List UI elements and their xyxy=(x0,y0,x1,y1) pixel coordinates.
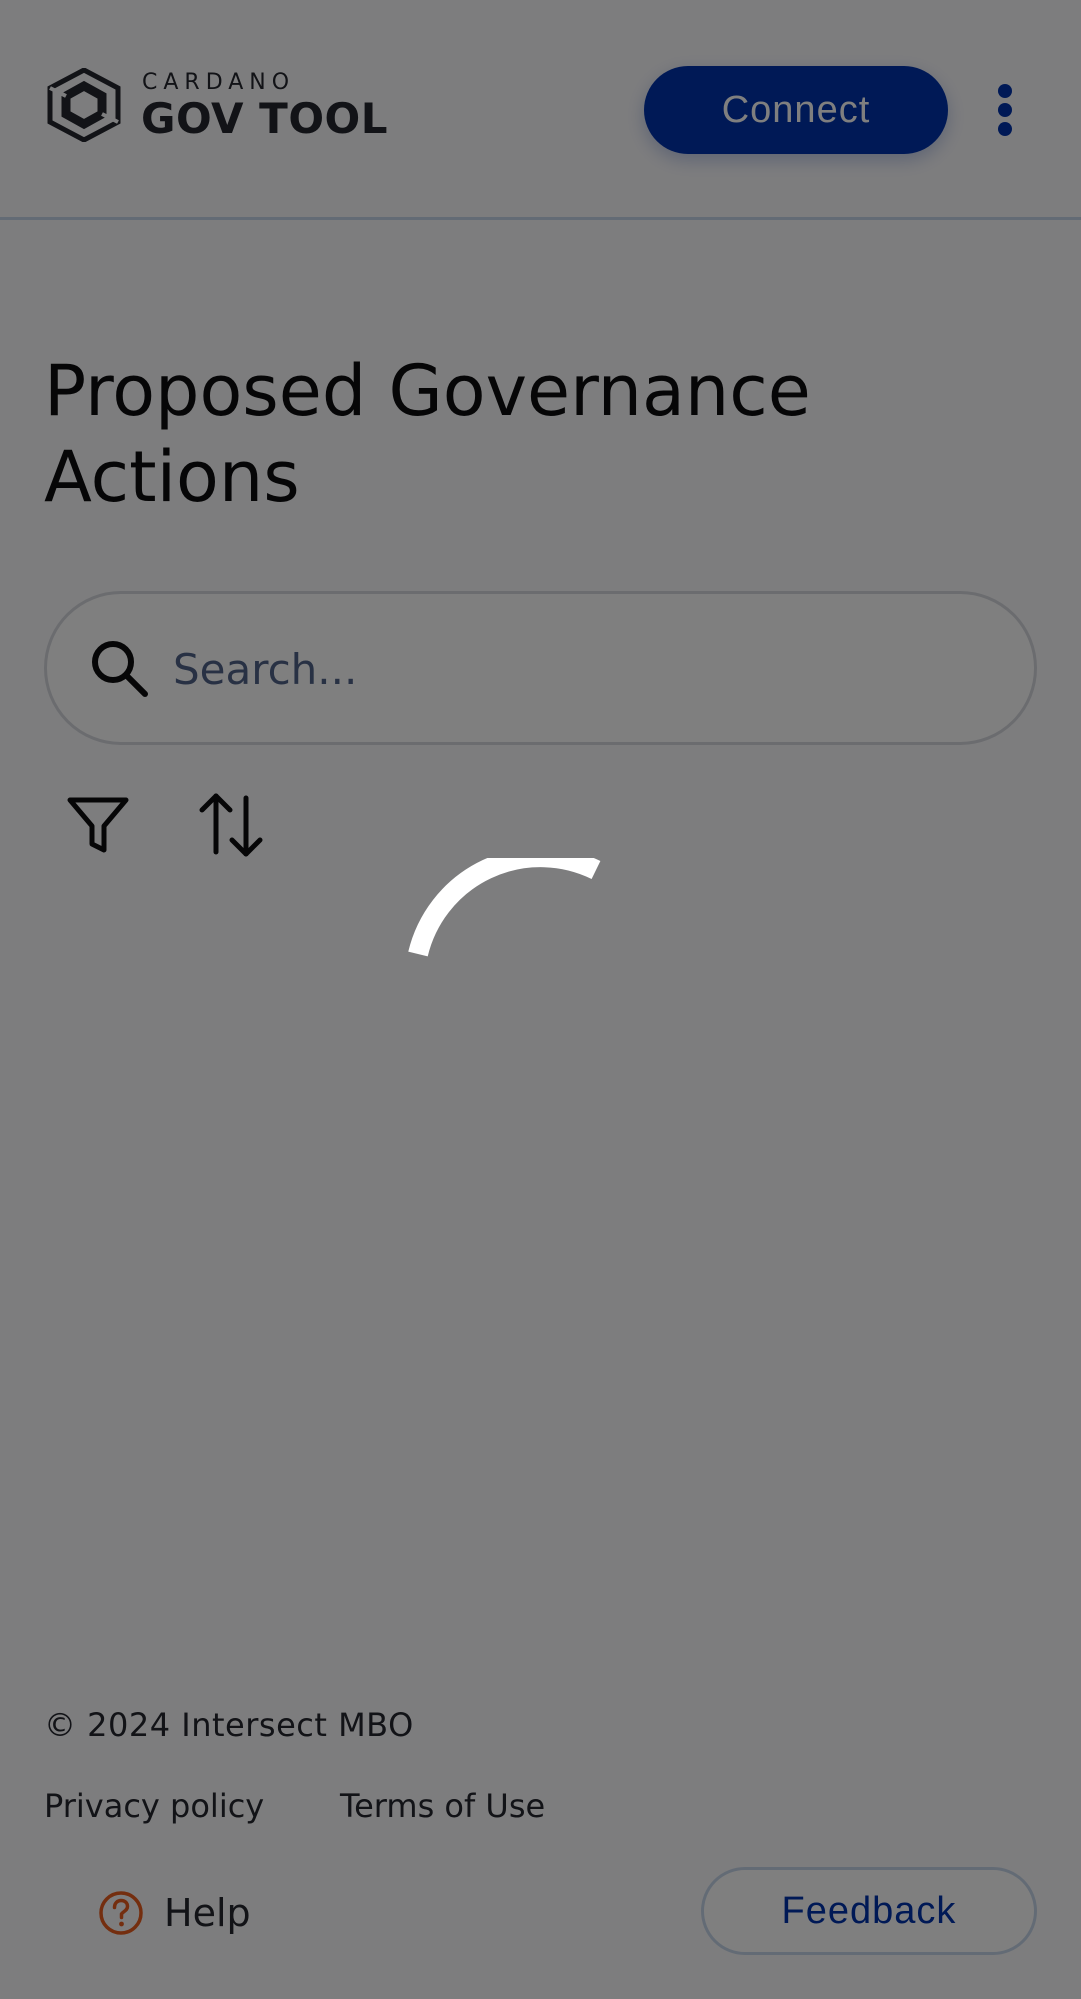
loading-spinner-icon xyxy=(408,858,601,957)
loading-backdrop xyxy=(0,0,1081,1999)
